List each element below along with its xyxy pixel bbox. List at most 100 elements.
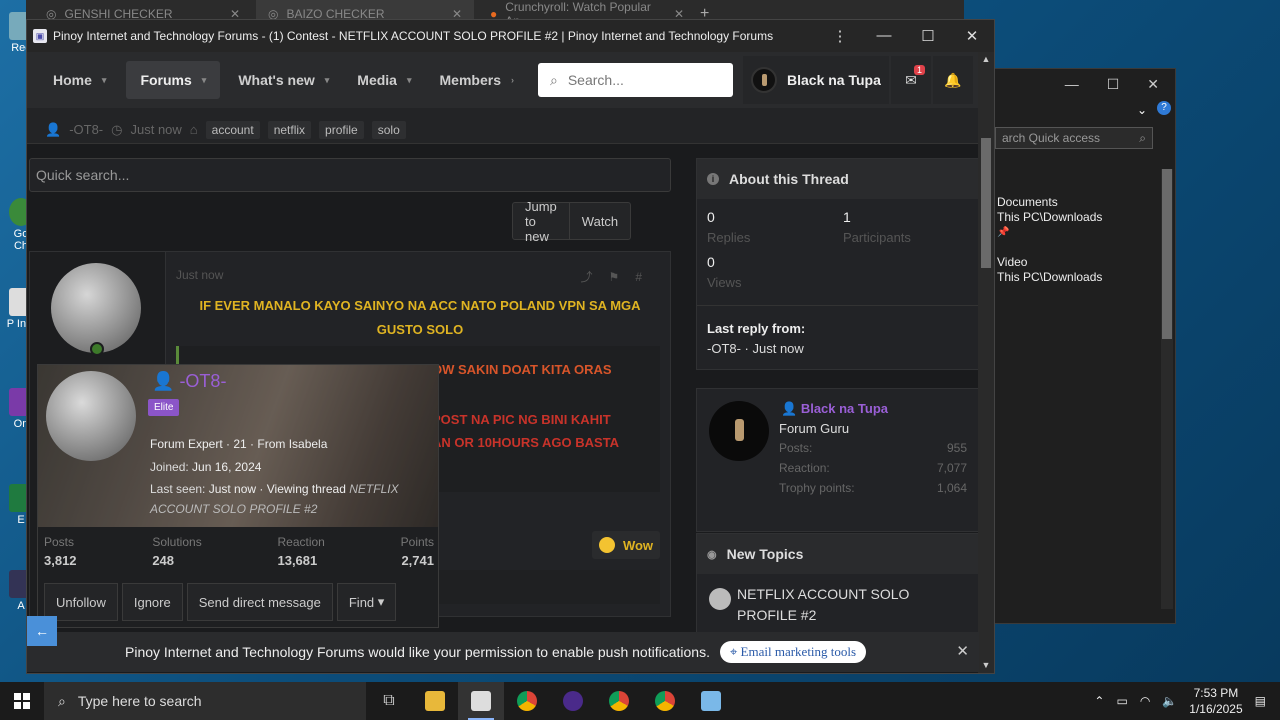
- clock[interactable]: 7:53 PM 1/16/2025: [1189, 685, 1242, 717]
- game-app[interactable]: [550, 682, 596, 720]
- alerts-button[interactable]: 🔔: [933, 56, 973, 104]
- last-reply-link[interactable]: -OT8- · Just now: [707, 339, 805, 359]
- search-icon: ⌕: [58, 692, 66, 709]
- maximize-icon[interactable]: ☐: [1107, 76, 1120, 93]
- avatar[interactable]: [709, 401, 769, 461]
- reaction-wow-button[interactable]: Wow: [592, 531, 660, 559]
- back-to-top-button[interactable]: ←: [27, 616, 57, 646]
- tag-solo[interactable]: solo: [371, 120, 406, 139]
- close-icon[interactable]: ✕: [1147, 76, 1159, 93]
- nav-whats-new[interactable]: What's new ▾: [224, 61, 343, 99]
- chrome-profile-app-2[interactable]: [642, 682, 688, 720]
- member-stats: Posts 3,812 Solutions 248 Reaction 13,681 P…: [44, 535, 434, 568]
- page-scrollbar[interactable]: ▲ ▼: [978, 52, 994, 673]
- taskbar-search-input[interactable]: ⌕ Type here to search: [44, 682, 366, 720]
- visitor-title: Forum Guru: [779, 421, 850, 436]
- chevron-down-icon[interactable]: ⌄: [1137, 103, 1147, 117]
- explorer-item-documents[interactable]: Documents This PC\Downloads 📌: [997, 195, 1102, 240]
- windows-logo-icon: [14, 693, 30, 709]
- start-button[interactable]: [0, 682, 44, 720]
- minimize-icon[interactable]: —: [1065, 76, 1079, 92]
- chrome-icon: [655, 691, 675, 711]
- battery-icon[interactable]: ▭: [1116, 694, 1127, 708]
- share-icon[interactable]: ⤴: [581, 270, 609, 284]
- close-icon[interactable]: ✕: [950, 27, 994, 45]
- tag-netflix[interactable]: netflix: [267, 120, 312, 139]
- views-stat: 0 Views: [707, 254, 742, 290]
- post-line-3: POST NA PIC NG BINI KAHIT AN OR 10HOURS A…: [432, 412, 620, 450]
- find-button[interactable]: Find ▾: [336, 583, 397, 621]
- member-card-actions: Unfollow Ignore Send direct message Find…: [44, 583, 397, 621]
- explorer-search-input[interactable]: arch Quick access ⌕: [995, 127, 1153, 149]
- member-name[interactable]: 👤 -OT8-: [152, 371, 226, 392]
- quick-search-input[interactable]: Quick search...: [29, 158, 671, 192]
- explorer-item-video[interactable]: Video This PC\Downloads: [997, 255, 1102, 285]
- help-icon[interactable]: ?: [1157, 101, 1171, 115]
- chrome-app[interactable]: [504, 682, 550, 720]
- tag-account[interactable]: account: [205, 120, 260, 139]
- scroll-down-icon: ▼: [981, 660, 991, 670]
- avatar[interactable]: [46, 371, 136, 461]
- chevron-up-icon[interactable]: ⌃: [1094, 694, 1104, 708]
- volume-icon[interactable]: 🔈: [1162, 694, 1177, 708]
- visitor-panel: 👤 Black na Tupa Forum Guru Posts: 955 Rea…: [696, 388, 979, 532]
- nav-home[interactable]: Home ▾: [39, 61, 120, 99]
- task-view-icon: ⧉: [383, 692, 395, 709]
- nav-forums[interactable]: Forums ▾: [126, 61, 221, 99]
- inbox-button[interactable]: ✉ 1: [891, 56, 931, 104]
- more-menu-icon[interactable]: ⋮: [818, 27, 862, 45]
- visitor-reaction: Reaction: 7,077: [779, 461, 967, 475]
- arrow-left-icon: ←: [35, 623, 49, 639]
- watch-button[interactable]: Watch: [568, 203, 630, 239]
- forum-search-input[interactable]: ⌕ Search...: [538, 63, 733, 97]
- chevron-down-icon: ▾: [201, 74, 207, 85]
- explorer-scrollbar[interactable]: [1161, 169, 1173, 609]
- user-icon: 👤: [45, 121, 62, 137]
- permalink-icon[interactable]: #: [635, 270, 658, 284]
- chevron-down-icon: ▾: [377, 594, 385, 609]
- notepad-app[interactable]: [688, 682, 734, 720]
- wow-emoji-icon: [598, 537, 615, 553]
- new-topics-panel: ◉ New Topics NETFLIX ACCOUNT SOLO PROFILE…: [696, 533, 979, 633]
- search-icon: ⌕: [1139, 131, 1146, 145]
- new-topics-icon: ◉: [707, 548, 717, 561]
- inbox-badge: 1: [913, 65, 925, 75]
- file-explorer-app[interactable]: [412, 682, 458, 720]
- about-title: About this Thread: [729, 171, 849, 187]
- minimize-icon[interactable]: —: [862, 27, 906, 45]
- avatar: [751, 67, 777, 93]
- new-topic-link[interactable]: NETFLIX ACCOUNT SOLO PROFILE #2: [737, 584, 971, 626]
- notifications-icon[interactable]: ▤: [1255, 694, 1266, 708]
- window-title: Pinoy Internet and Technology Forums - (…: [53, 29, 774, 43]
- email-marketing-button[interactable]: ⌖ Email marketing tools: [719, 641, 867, 663]
- wifi-icon[interactable]: ◠: [1140, 694, 1150, 708]
- ignore-button[interactable]: Ignore: [121, 583, 183, 621]
- about-thread-panel: i About this Thread 0 Replies 1 Participant…: [696, 158, 979, 370]
- close-icon[interactable]: ✕: [956, 642, 969, 660]
- chrome-icon: [609, 691, 629, 711]
- maximize-icon[interactable]: ☐: [906, 27, 950, 45]
- tag-profile[interactable]: profile: [319, 120, 364, 139]
- chrome-icon: [517, 691, 537, 711]
- game-icon: [563, 691, 583, 711]
- nav-media[interactable]: Media ▾: [343, 61, 425, 99]
- forum-app[interactable]: [458, 682, 504, 720]
- member-info: Forum Expert · 21 · From Isabela Joined:…: [150, 437, 399, 516]
- send-direct-message-button[interactable]: Send direct message: [186, 583, 333, 621]
- elite-badge: Elite: [148, 399, 180, 416]
- user-account-menu[interactable]: Black na Tupa: [743, 56, 889, 104]
- chevron-down-icon: ▾: [101, 74, 107, 85]
- online-indicator-icon: [90, 342, 104, 356]
- bookmark-icon[interactable]: ⚑: [609, 270, 636, 284]
- chrome-profile-app[interactable]: [596, 682, 642, 720]
- avatar[interactable]: [51, 263, 141, 353]
- jump-to-new-button[interactable]: Jump to new: [513, 199, 569, 244]
- thread-time: Just now: [130, 122, 182, 137]
- task-view-button[interactable]: ⧉: [366, 682, 412, 720]
- thread-author[interactable]: -OT8-: [69, 122, 103, 137]
- member-tooltip-card: 👤 -OT8- Elite Forum Expert · 21 · From I…: [37, 364, 439, 628]
- avatar: [709, 588, 731, 610]
- nav-members[interactable]: Members ›: [426, 61, 528, 99]
- visitor-name[interactable]: 👤 Black na Tupa: [781, 401, 888, 417]
- tag-icon: ⌖: [729, 644, 738, 659]
